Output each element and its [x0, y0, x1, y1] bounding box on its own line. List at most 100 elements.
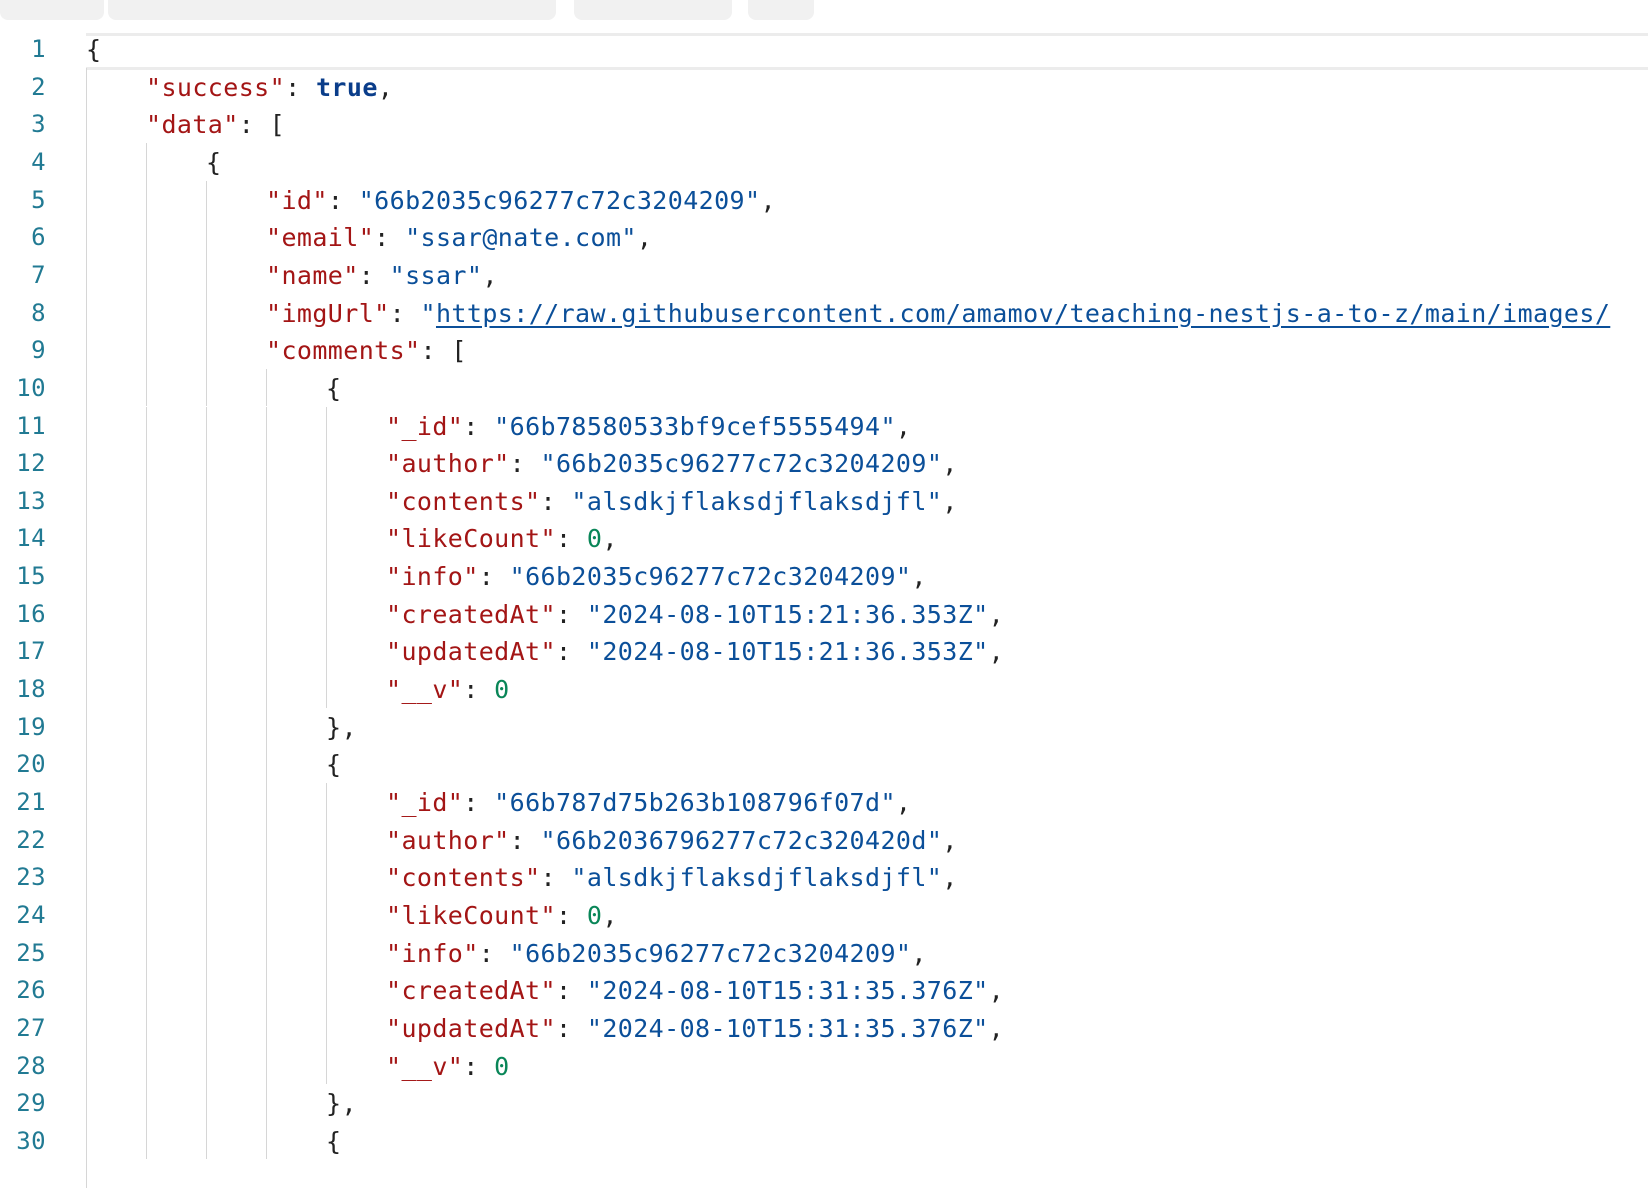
code-text: "id": "66b2035c96277c72c3204209",	[266, 181, 776, 220]
json-string: "2024-08-10T15:31:35.376Z"	[586, 976, 989, 1006]
indent-guide	[206, 858, 207, 896]
line-number: 3	[31, 110, 46, 139]
json-key: "name"	[266, 260, 359, 290]
code-text: "author": "66b2036796277c72c320420d",	[386, 821, 958, 860]
code-line: 15 "info": "66b2035c96277c72c3204209",	[0, 557, 1648, 596]
indent-guide	[206, 1046, 207, 1085]
json-key: "_id"	[386, 788, 464, 817]
code-line: 29},	[0, 1084, 1648, 1123]
json-string: "66b2035c96277c72c3204209"	[509, 562, 912, 592]
json-punctuation: {	[326, 750, 342, 780]
json-key: "comments"	[266, 336, 421, 366]
json-punctuation: : [	[238, 110, 286, 140]
json-string: "66b2036796277c72c320420d"	[540, 825, 943, 855]
json-punctuation: :	[555, 900, 587, 930]
line-number: 13	[16, 486, 46, 515]
indent-guide	[146, 1046, 147, 1085]
indent-guide	[206, 895, 207, 934]
code-text: "likeCount": 0,	[386, 519, 618, 558]
code-line: 13 "contents": "alsdkjflaksdjflaksdjfl",	[0, 481, 1648, 521]
indent-guide	[266, 1084, 267, 1122]
indent-guide	[266, 858, 267, 896]
code-text: },	[326, 708, 357, 747]
line-number: 26	[16, 976, 46, 1005]
indent-guide	[326, 971, 327, 1009]
indent-guide	[266, 632, 267, 671]
indent-guide	[266, 745, 267, 783]
indent-guide	[326, 557, 327, 595]
indent-guide	[206, 783, 207, 821]
indent-guide	[326, 594, 327, 633]
code-text: {	[326, 1122, 341, 1161]
json-punctuation: {	[206, 147, 222, 177]
indent-guide	[266, 368, 267, 407]
tab-2[interactable]	[108, 0, 556, 20]
line-number: 21	[16, 788, 46, 816]
indent-guide	[146, 745, 147, 783]
json-key: "imgUrl"	[266, 298, 390, 328]
code-text: "likeCount": 0,	[386, 896, 618, 935]
json-punctuation: ,	[377, 72, 394, 102]
code-text: "_id": "66b787d75b263b108796f07d",	[386, 783, 911, 822]
json-punctuation: ,	[760, 185, 776, 215]
indent-guide	[146, 594, 147, 633]
line-number: 10	[16, 373, 46, 402]
indent-guide	[326, 1046, 327, 1085]
code-line: 22 "author": "66b2036796277c72c320420d",	[0, 820, 1648, 860]
indent-guide	[266, 557, 267, 595]
json-punctuation: ,	[636, 223, 653, 253]
json-key: "createdAt"	[386, 976, 556, 1006]
code-text: "name": "ssar",	[266, 256, 498, 295]
json-punctuation: ,	[942, 825, 958, 855]
indent-guide	[266, 820, 267, 859]
json-link[interactable]: https://raw.githubusercontent.com/amamov…	[436, 299, 1610, 328]
indent-guide	[266, 783, 267, 821]
indent-guide	[146, 142, 147, 181]
json-punctuation: :	[555, 524, 587, 554]
indent-guide	[266, 971, 267, 1009]
indent-guide	[266, 594, 267, 633]
json-punctuation: ,	[911, 562, 927, 592]
line-number: 6	[31, 223, 46, 252]
json-punctuation: :	[555, 1013, 587, 1043]
code-line: 2 "success": true,	[0, 68, 1648, 107]
code-line: 8 "imgUrl": "https://raw.githubuserconten…	[0, 293, 1648, 333]
json-punctuation: :	[389, 298, 421, 328]
indent-guide	[206, 971, 207, 1009]
indent-guide	[266, 895, 267, 934]
json-punctuation: {	[326, 1126, 342, 1156]
line-number: 16	[16, 599, 46, 628]
json-punctuation: :	[358, 260, 390, 290]
tab-3[interactable]	[574, 0, 732, 20]
indent-guide	[326, 933, 327, 972]
indent-guide	[266, 1046, 267, 1085]
json-key: "data"	[146, 110, 239, 140]
json-punctuation: :	[555, 976, 587, 1006]
indent-guide	[206, 180, 207, 219]
indent-guide	[266, 933, 267, 972]
json-viewer[interactable]: 1{2 "success": true, 3 "data": [4{5 "id": "6…	[0, 30, 1648, 1188]
line-number: 20	[16, 750, 46, 779]
code-text: "_id": "66b78580533bf9cef5555494",	[386, 407, 911, 446]
json-punctuation: ,	[895, 411, 912, 441]
indent-guide	[146, 783, 147, 821]
indent-guide	[266, 481, 267, 520]
line-number: 7	[31, 260, 46, 289]
code-line: 30 {	[0, 1121, 1648, 1161]
json-punctuation: },	[326, 1089, 357, 1119]
json-punctuation: ,	[482, 260, 498, 290]
indent-guide	[206, 1121, 207, 1160]
json-key: "__v"	[386, 1051, 464, 1081]
indent-guide	[146, 820, 147, 859]
code-text: "info": "66b2035c96277c72c3204209",	[386, 557, 927, 596]
tab-1[interactable]	[0, 0, 104, 20]
json-punctuation: :	[463, 675, 495, 705]
json-punctuation: :	[555, 637, 587, 667]
indent-guide	[206, 745, 207, 783]
indent-guide	[206, 632, 207, 671]
json-key: "_id"	[386, 411, 464, 441]
line-number: 25	[16, 938, 46, 967]
code-text: "updatedAt": "2024-08-10T15:21:36.353Z",	[386, 632, 1004, 671]
tab-4[interactable]	[748, 0, 814, 20]
indent-guide	[146, 519, 147, 558]
